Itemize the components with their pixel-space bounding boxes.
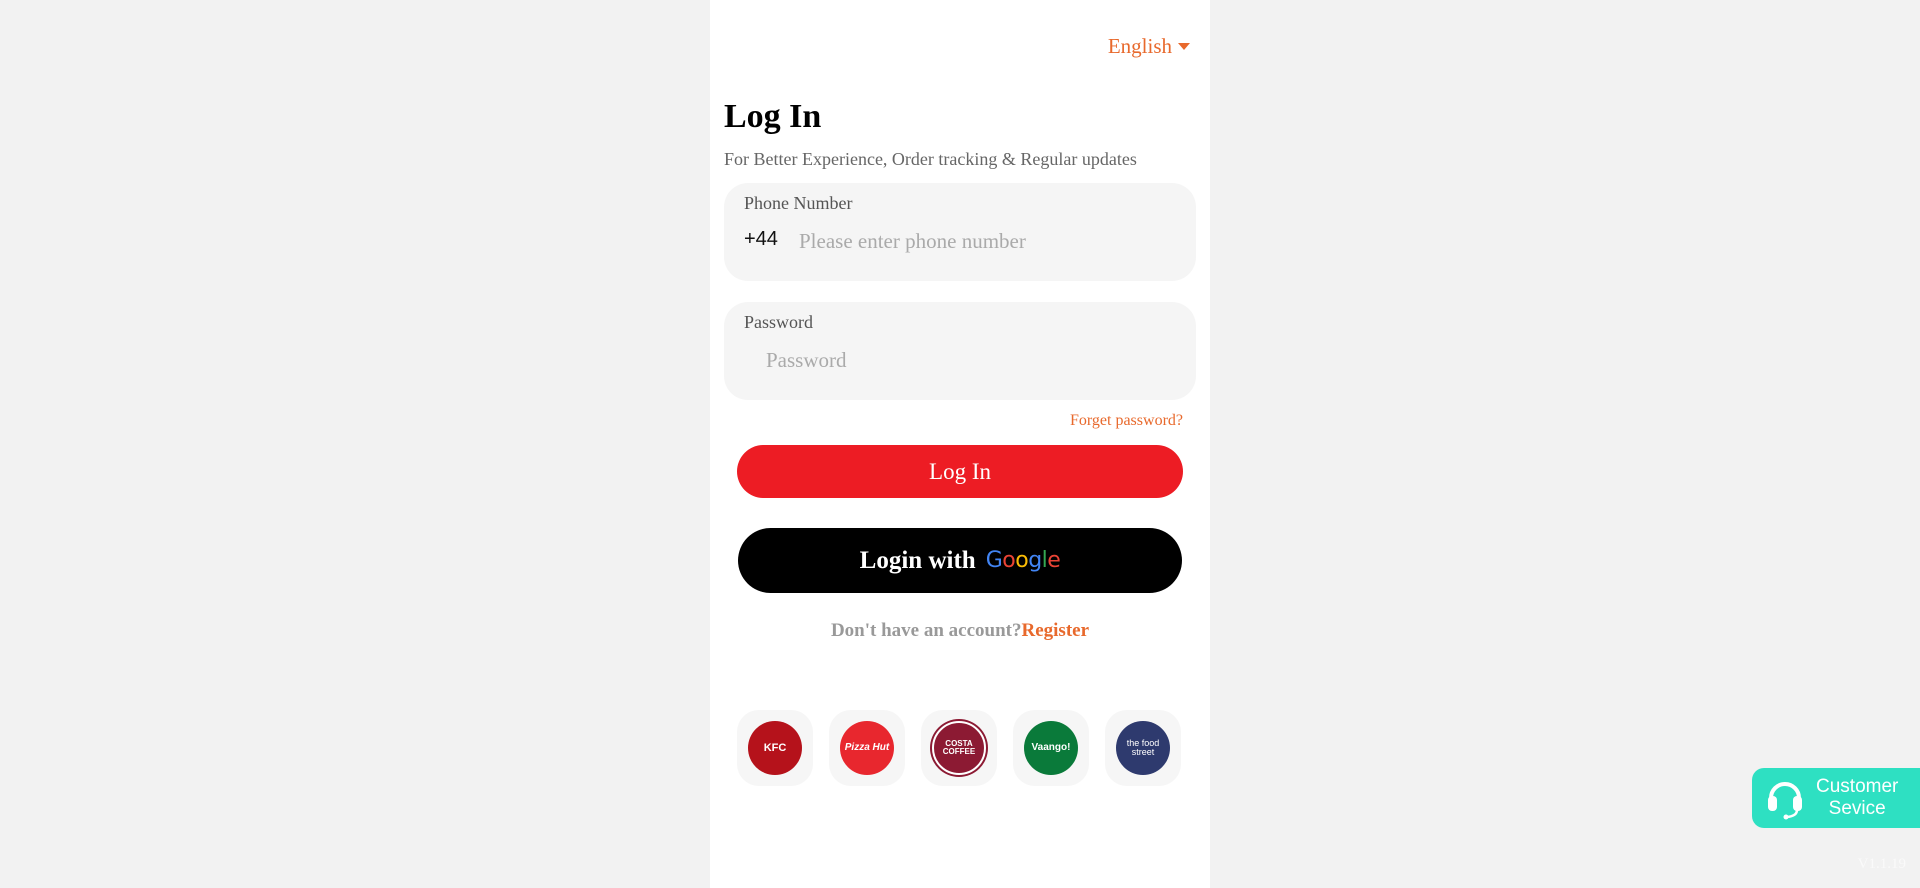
login-button[interactable]: Log In bbox=[737, 445, 1183, 498]
customer-service-label-line: Sevice bbox=[1828, 798, 1886, 819]
customer-service-label: Customer Sevice bbox=[1816, 776, 1898, 820]
country-code[interactable]: +44 bbox=[744, 228, 778, 251]
register-prompt: Don't have an account?Register bbox=[710, 620, 1210, 642]
page-title: Log In bbox=[724, 98, 822, 135]
brand-tile-kfc[interactable]: KFC bbox=[737, 710, 813, 786]
google-letter: G bbox=[985, 548, 1003, 573]
google-letter: o bbox=[1002, 548, 1016, 573]
phone-number-input[interactable] bbox=[799, 225, 1179, 257]
google-letter: e bbox=[1047, 548, 1061, 573]
google-login-label: Login with bbox=[859, 546, 976, 574]
register-link[interactable]: Register bbox=[1022, 620, 1090, 641]
password-input[interactable] bbox=[766, 344, 1166, 376]
customer-service-button[interactable]: Customer Sevice bbox=[1752, 768, 1920, 828]
google-logo-icon: Google bbox=[986, 548, 1061, 573]
brand-tile-vaango[interactable]: Vaango! bbox=[1013, 710, 1089, 786]
pizza-hut-logo-icon: Pizza Hut bbox=[840, 721, 894, 775]
google-letter: o bbox=[1015, 548, 1029, 573]
language-label: English bbox=[1107, 34, 1172, 58]
google-letter: g bbox=[1028, 548, 1042, 573]
caret-down-icon bbox=[1178, 43, 1190, 50]
forgot-password-link[interactable]: Forget password? bbox=[1070, 412, 1183, 430]
brand-text: Vaango! bbox=[1031, 742, 1071, 753]
brand-text: KFC bbox=[763, 741, 787, 754]
kfc-logo-icon: KFC bbox=[748, 721, 802, 775]
login-panel: English Log In For Better Experience, Or… bbox=[710, 0, 1210, 888]
page-subtitle: For Better Experience, Order tracking & … bbox=[724, 149, 1137, 169]
password-field: Password bbox=[724, 302, 1196, 400]
version-label: V1.1.19 bbox=[1857, 856, 1906, 872]
brand-logos: KFC Pizza Hut COSTA COFFEE Vaango! the f… bbox=[737, 710, 1181, 786]
language-selector[interactable]: English bbox=[1108, 34, 1190, 59]
brand-text: Pizza Hut bbox=[844, 742, 890, 753]
brand-tile-food-street[interactable]: the food street bbox=[1105, 710, 1181, 786]
vaango-logo-icon: Vaango! bbox=[1024, 721, 1078, 775]
phone-number-field: Phone Number +44 bbox=[724, 183, 1196, 281]
costa-coffee-logo-icon: COSTA COFFEE bbox=[932, 721, 986, 775]
brand-text: the food street bbox=[1126, 738, 1160, 757]
phone-number-label: Phone Number bbox=[744, 193, 853, 213]
brand-text: COSTA COFFEE bbox=[942, 739, 976, 756]
google-login-button[interactable]: Login with Google bbox=[738, 528, 1182, 593]
brand-tile-costa-coffee[interactable]: COSTA COFFEE bbox=[921, 710, 997, 786]
password-label: Password bbox=[744, 312, 814, 332]
register-question: Don't have an account? bbox=[830, 620, 1022, 641]
food-street-logo-icon: the food street bbox=[1116, 721, 1170, 775]
brand-tile-pizza-hut[interactable]: Pizza Hut bbox=[829, 710, 905, 786]
customer-service-label-line: Customer bbox=[1816, 776, 1899, 797]
headset-icon bbox=[1768, 782, 1802, 820]
